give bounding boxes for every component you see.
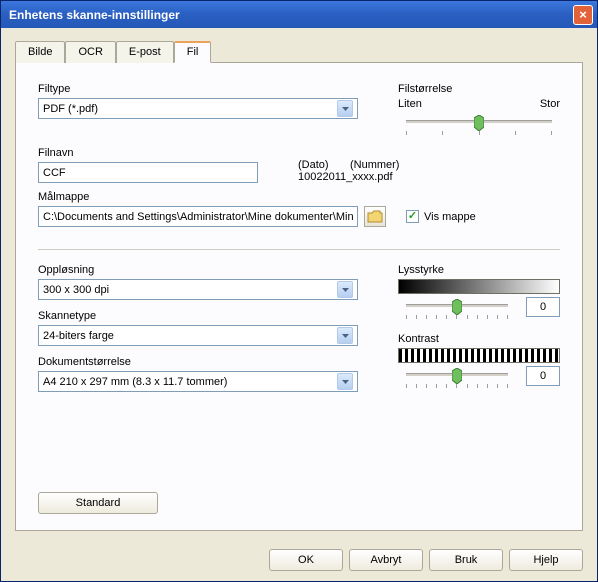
contrast-value[interactable]: 0 — [526, 366, 560, 386]
sample-filename: 10022011_xxxx.pdf — [298, 171, 399, 183]
filesize-large-label: Stor — [540, 98, 560, 110]
brightness-label: Lysstyrke — [398, 264, 560, 276]
slider-thumb-icon[interactable] — [452, 299, 462, 315]
filename-input[interactable] — [38, 162, 258, 183]
filesize-small-label: Liten — [398, 98, 422, 110]
filetype-select[interactable]: PDF (*.pdf) — [38, 98, 358, 119]
brightness-value[interactable]: 0 — [526, 297, 560, 317]
tab-ocr[interactable]: OCR — [65, 41, 115, 63]
brightness-slider[interactable] — [398, 294, 516, 319]
brightness-gradient — [398, 279, 560, 294]
scantype-label: Skannetype — [38, 310, 358, 322]
filesize-label: Filstørrelse — [398, 83, 560, 95]
number-placeholder-label: (Nummer) — [350, 159, 400, 171]
chevron-down-icon — [337, 327, 353, 344]
cancel-button[interactable]: Avbryt — [349, 549, 423, 571]
contrast-slider[interactable] — [398, 363, 516, 388]
window-title: Enhetens skanne-innstillinger — [9, 8, 180, 22]
chevron-down-icon — [337, 100, 353, 117]
scantype-value: 24-biters farge — [43, 330, 114, 342]
destfolder-label: Målmappe — [38, 191, 560, 203]
date-placeholder-label: (Dato) — [298, 159, 329, 171]
showfolder-checkbox[interactable]: ✓ Vis mappe — [406, 210, 476, 223]
browse-folder-button[interactable] — [364, 206, 386, 227]
tabstrip: Bilde OCR E-post Fil — [15, 40, 583, 63]
filetype-label: Filtype — [38, 83, 358, 95]
contrast-label: Kontrast — [398, 333, 560, 345]
slider-thumb-icon[interactable] — [452, 368, 462, 384]
settings-window: Enhetens skanne-innstillinger × Bilde OC… — [0, 0, 598, 582]
titlebar: Enhetens skanne-innstillinger × — [1, 1, 597, 28]
dialog-buttons: OK Avbryt Bruk Hjelp — [1, 541, 597, 581]
divider — [38, 249, 560, 250]
filetype-value: PDF (*.pdf) — [43, 103, 98, 115]
tab-email[interactable]: E-post — [116, 41, 174, 63]
tab-panel-file: Filtype PDF (*.pdf) Filstørrelse Liten S… — [15, 63, 583, 531]
resolution-value: 300 x 300 dpi — [43, 284, 109, 296]
docsize-label: Dokumentstørrelse — [38, 356, 358, 368]
window-body: Bilde OCR E-post Fil Filtype PDF (*.pdf)… — [1, 28, 597, 541]
showfolder-label: Vis mappe — [424, 211, 476, 223]
help-button[interactable]: Hjelp — [509, 549, 583, 571]
default-button[interactable]: Standard — [38, 492, 158, 514]
resolution-label: Oppløsning — [38, 264, 358, 276]
destfolder-input[interactable] — [38, 206, 358, 227]
apply-button[interactable]: Bruk — [429, 549, 503, 571]
ok-button[interactable]: OK — [269, 549, 343, 571]
slider-thumb-icon[interactable] — [474, 115, 484, 131]
close-icon[interactable]: × — [573, 5, 593, 25]
chevron-down-icon — [337, 281, 353, 298]
filename-label: Filnavn — [38, 147, 258, 159]
scantype-select[interactable]: 24-biters farge — [38, 325, 358, 346]
filesize-slider[interactable] — [398, 120, 560, 135]
folder-icon — [367, 210, 383, 223]
docsize-value: A4 210 x 297 mm (8.3 x 11.7 tommer) — [43, 376, 227, 388]
tab-image[interactable]: Bilde — [15, 41, 65, 63]
contrast-stripe — [398, 348, 560, 363]
resolution-select[interactable]: 300 x 300 dpi — [38, 279, 358, 300]
checkmark-icon: ✓ — [406, 210, 419, 223]
chevron-down-icon — [337, 373, 353, 390]
tab-file[interactable]: Fil — [174, 41, 212, 63]
docsize-select[interactable]: A4 210 x 297 mm (8.3 x 11.7 tommer) — [38, 371, 358, 392]
